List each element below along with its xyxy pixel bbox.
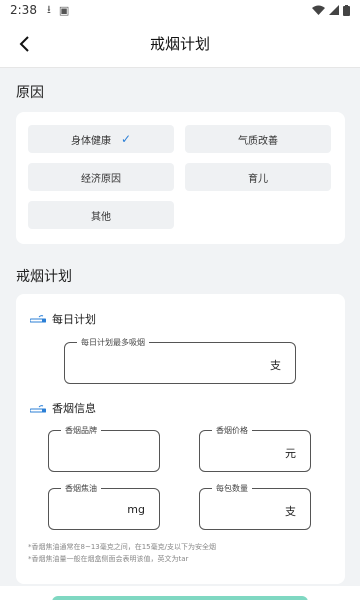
back-button[interactable] (12, 32, 36, 56)
app-notification-icon: ▣ (58, 3, 70, 17)
reason-chip-temperament[interactable]: 气质改善 (185, 125, 331, 153)
cigarette-icon (30, 315, 46, 323)
submit-button[interactable] (52, 596, 308, 600)
tar-field[interactable]: 香烟焦油 mg (48, 483, 160, 530)
daily-max-field[interactable]: 每日计划最多吸烟 支 (64, 337, 296, 384)
reasons-card: 身体健康 ✓ 气质改善 经济原因 育儿 其他 (16, 112, 345, 244)
price-label: 香烟价格 (212, 425, 252, 436)
main-content: 原因 身体健康 ✓ 气质改善 经济原因 育儿 其他 戒烟计划 每日计划 每日计划… (0, 68, 360, 600)
reason-chip-label: 气质改善 (238, 135, 278, 147)
status-time: 2:38 (10, 3, 37, 17)
reason-chip-economic[interactable]: 经济原因 (28, 163, 174, 191)
cigarette-icon (30, 405, 46, 413)
page-title: 戒烟计划 (149, 35, 210, 53)
plan-section-title: 戒烟计划 (16, 269, 72, 285)
cell-signal-icon (329, 5, 339, 15)
brand-label: 香烟品牌 (61, 425, 101, 436)
price-field[interactable]: 香烟价格 元 (199, 425, 311, 472)
tar-unit: mg (127, 503, 145, 516)
top-bar: 戒烟计划 (0, 20, 360, 68)
pack-count-field[interactable]: 每包数量 支 (199, 483, 311, 530)
price-unit: 元 (285, 447, 296, 460)
reason-chip-label: 经济原因 (81, 173, 121, 185)
pack-count-label: 每包数量 (212, 483, 252, 494)
download-icon: ⭳ (46, 2, 51, 16)
reasons-section-title: 原因 (16, 85, 44, 101)
brand-field[interactable]: 香烟品牌 (48, 425, 160, 472)
check-icon: ✓ (120, 132, 132, 146)
battery-icon (343, 4, 350, 16)
status-bar: 2:38 ⭳ ▣ (0, 0, 360, 20)
reason-chip-label: 其他 (91, 211, 111, 223)
reason-chip-other[interactable]: 其他 (28, 201, 174, 229)
tar-note-1: *香烟焦油通常在8~13毫克之间，在15毫克/支以下为安全烟 (28, 543, 216, 551)
daily-max-unit: 支 (270, 359, 281, 372)
reason-chip-label: 身体健康 (70, 135, 111, 147)
wifi-icon (312, 5, 325, 15)
reason-chip-label: 育儿 (248, 173, 268, 185)
back-arrow-icon (19, 36, 29, 52)
reason-chip-health[interactable]: 身体健康 ✓ (28, 125, 174, 153)
daily-max-label: 每日计划最多吸烟 (77, 337, 149, 348)
pack-count-unit: 支 (285, 505, 296, 518)
tar-note-2: *香烟焦油量一般在烟盒侧面会表明该值，英文为tar (28, 555, 189, 563)
tar-label: 香烟焦油 (61, 483, 101, 494)
daily-plan-title: 每日计划 (52, 313, 96, 326)
reason-chip-parenting[interactable]: 育儿 (185, 163, 331, 191)
cigarette-info-title: 香烟信息 (52, 402, 96, 415)
